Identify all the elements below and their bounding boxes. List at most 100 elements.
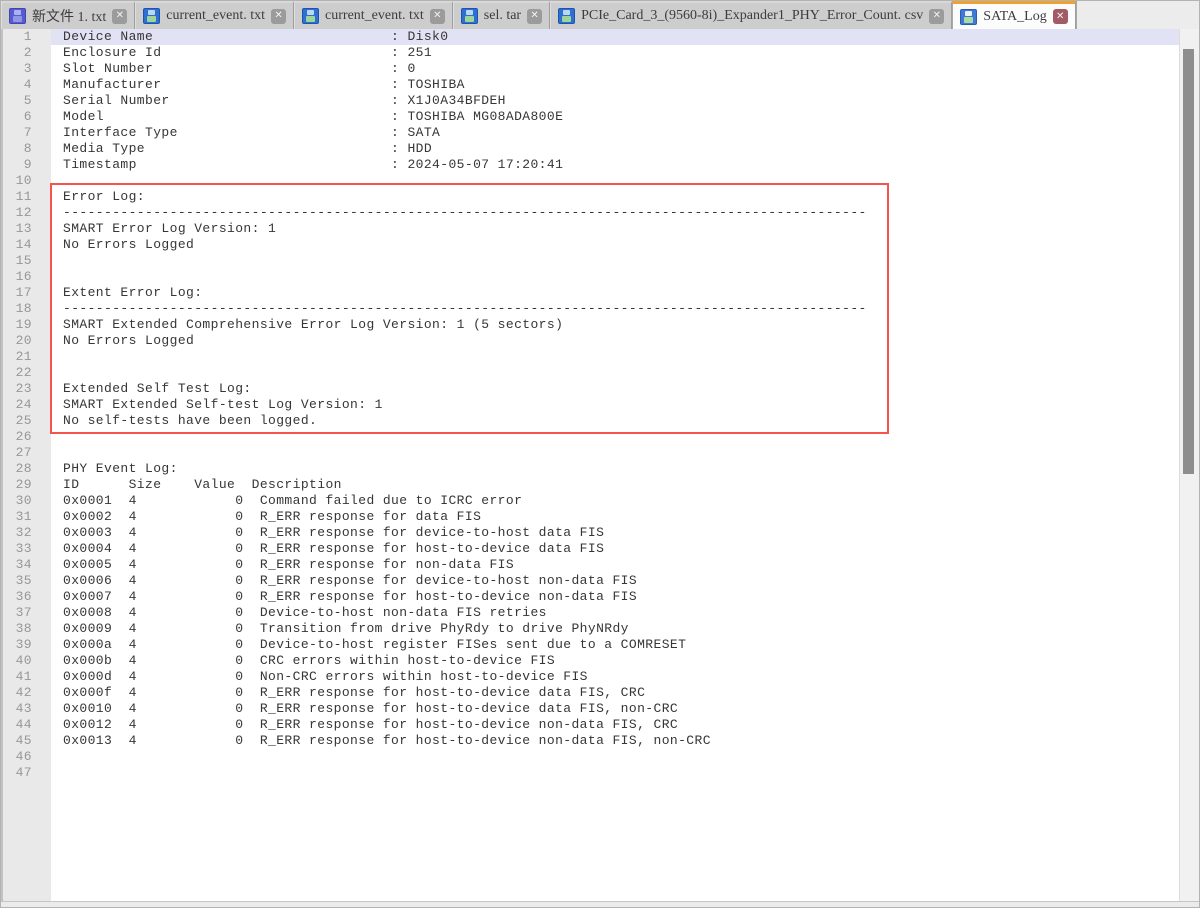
scrollbar-thumb[interactable] (1183, 49, 1194, 474)
line-number: 20 (3, 333, 51, 349)
line-number: 46 (3, 749, 51, 765)
tab-sel-tar[interactable]: sel. tar ✕ (453, 1, 550, 29)
code-line[interactable]: Model : TOSHIBA MG08ADA800E (51, 109, 1179, 125)
code-line[interactable]: 0x0005 4 0 R_ERR response for non-data F… (51, 557, 1179, 573)
code-line[interactable]: 0x0003 4 0 R_ERR response for device-to-… (51, 525, 1179, 541)
close-icon[interactable]: ✕ (527, 9, 542, 24)
code-line[interactable]: Serial Number : X1J0A34BFDEH (51, 93, 1179, 109)
line-number: 9 (3, 157, 51, 173)
line-number: 34 (3, 557, 51, 573)
line-number: 11 (3, 189, 51, 205)
code-line[interactable]: ----------------------------------------… (51, 205, 1179, 221)
line-number: 5 (3, 93, 51, 109)
code-line[interactable]: Slot Number : 0 (51, 61, 1179, 77)
code-line[interactable]: SMART Error Log Version: 1 (51, 221, 1179, 237)
code-line[interactable]: No Errors Logged (51, 333, 1179, 349)
line-number: 10 (3, 173, 51, 189)
code-line[interactable]: Error Log: (51, 189, 1179, 205)
line-number: 47 (3, 765, 51, 781)
line-number: 29 (3, 477, 51, 493)
code-line[interactable]: No self-tests have been logged. (51, 413, 1179, 429)
code-line[interactable]: ID Size Value Description (51, 477, 1179, 493)
code-line[interactable]: 0x000b 4 0 CRC errors within host-to-dev… (51, 653, 1179, 669)
tab-current-event-1[interactable]: current_event. txt ✕ (135, 1, 294, 29)
code-line[interactable]: Timestamp : 2024-05-07 17:20:41 (51, 157, 1179, 173)
line-number: 23 (3, 381, 51, 397)
line-number: 13 (3, 221, 51, 237)
code-line[interactable]: ----------------------------------------… (51, 301, 1179, 317)
code-line[interactable]: 0x0006 4 0 R_ERR response for device-to-… (51, 573, 1179, 589)
code-line[interactable]: SMART Extended Self-test Log Version: 1 (51, 397, 1179, 413)
tab-label: 新文件 1. txt (32, 6, 106, 26)
code-line[interactable] (51, 765, 1179, 781)
window-bottom-edge (1, 901, 1199, 907)
close-icon[interactable]: ✕ (430, 9, 445, 24)
code-line[interactable]: SMART Extended Comprehensive Error Log V… (51, 317, 1179, 333)
code-line[interactable]: 0x0008 4 0 Device-to-host non-data FIS r… (51, 605, 1179, 621)
code-line[interactable]: Enclosure Id : 251 (51, 45, 1179, 61)
code-line[interactable]: 0x0013 4 0 R_ERR response for host-to-de… (51, 733, 1179, 749)
code-line[interactable]: 0x0004 4 0 R_ERR response for host-to-de… (51, 541, 1179, 557)
code-line[interactable]: Interface Type : SATA (51, 125, 1179, 141)
code-line[interactable]: 0x0001 4 0 Command failed due to ICRC er… (51, 493, 1179, 509)
line-number: 25 (3, 413, 51, 429)
tab-label: current_event. txt (166, 8, 265, 24)
tab-label: current_event. txt (325, 8, 424, 24)
code-line[interactable]: Device Name : Disk0 (51, 29, 1179, 45)
save-file-icon (302, 8, 319, 24)
code-line[interactable] (51, 749, 1179, 765)
line-number: 19 (3, 317, 51, 333)
close-icon[interactable]: ✕ (112, 9, 127, 24)
line-number: 24 (3, 397, 51, 413)
code-line[interactable]: Extended Self Test Log: (51, 381, 1179, 397)
code-line[interactable] (51, 429, 1179, 445)
line-number: 35 (3, 573, 51, 589)
code-line[interactable]: Manufacturer : TOSHIBA (51, 77, 1179, 93)
editor-text-area[interactable]: Device Name : Disk0Enclosure Id : 251Slo… (51, 29, 1179, 901)
tab-label: SATA_Log (983, 9, 1046, 25)
code-line[interactable] (51, 365, 1179, 381)
line-number: 14 (3, 237, 51, 253)
line-number: 39 (3, 637, 51, 653)
code-line[interactable]: No Errors Logged (51, 237, 1179, 253)
line-number: 40 (3, 653, 51, 669)
line-number: 26 (3, 429, 51, 445)
line-number: 6 (3, 109, 51, 125)
line-number: 2 (3, 45, 51, 61)
code-line[interactable]: PHY Event Log: (51, 461, 1179, 477)
vertical-scrollbar[interactable] (1179, 29, 1199, 901)
tab-pcie-card-csv[interactable]: PCIe_Card_3_(9560-8i)_Expander1_PHY_Erro… (550, 1, 952, 29)
code-line[interactable] (51, 269, 1179, 285)
tab-new-file-1[interactable]: 新文件 1. txt ✕ (1, 1, 135, 29)
tab-sata-log[interactable]: SATA_Log ✕ (952, 1, 1075, 29)
close-icon[interactable]: ✕ (271, 9, 286, 24)
code-line[interactable]: 0x0007 4 0 R_ERR response for host-to-de… (51, 589, 1179, 605)
line-number: 7 (3, 125, 51, 141)
line-number: 43 (3, 701, 51, 717)
line-number: 21 (3, 349, 51, 365)
code-line[interactable]: 0x000d 4 0 Non-CRC errors within host-to… (51, 669, 1179, 685)
save-file-icon (461, 8, 478, 24)
line-number-gutter[interactable]: 1234567891011121314151617181920212223242… (1, 29, 51, 901)
code-line[interactable]: 0x000f 4 0 R_ERR response for host-to-de… (51, 685, 1179, 701)
code-line[interactable]: Extent Error Log: (51, 285, 1179, 301)
tab-current-event-2[interactable]: current_event. txt ✕ (294, 1, 453, 29)
code-line[interactable] (51, 349, 1179, 365)
code-line[interactable] (51, 253, 1179, 269)
line-number: 42 (3, 685, 51, 701)
tab-bar: 新文件 1. txt ✕ current_event. txt ✕ curren… (1, 1, 1199, 29)
line-number: 27 (3, 445, 51, 461)
code-line[interactable] (51, 173, 1179, 189)
code-line[interactable] (51, 445, 1179, 461)
editor-window: 新文件 1. txt ✕ current_event. txt ✕ curren… (0, 0, 1200, 908)
close-icon[interactable]: ✕ (929, 9, 944, 24)
line-number: 1 (3, 29, 51, 45)
code-line[interactable]: Media Type : HDD (51, 141, 1179, 157)
close-icon[interactable]: ✕ (1053, 9, 1068, 24)
code-line[interactable]: 0x0002 4 0 R_ERR response for data FIS (51, 509, 1179, 525)
code-line[interactable]: 0x0012 4 0 R_ERR response for host-to-de… (51, 717, 1179, 733)
save-file-icon (9, 8, 26, 24)
code-line[interactable]: 0x000a 4 0 Device-to-host register FISes… (51, 637, 1179, 653)
code-line[interactable]: 0x0009 4 0 Transition from drive PhyRdy … (51, 621, 1179, 637)
code-line[interactable]: 0x0010 4 0 R_ERR response for host-to-de… (51, 701, 1179, 717)
